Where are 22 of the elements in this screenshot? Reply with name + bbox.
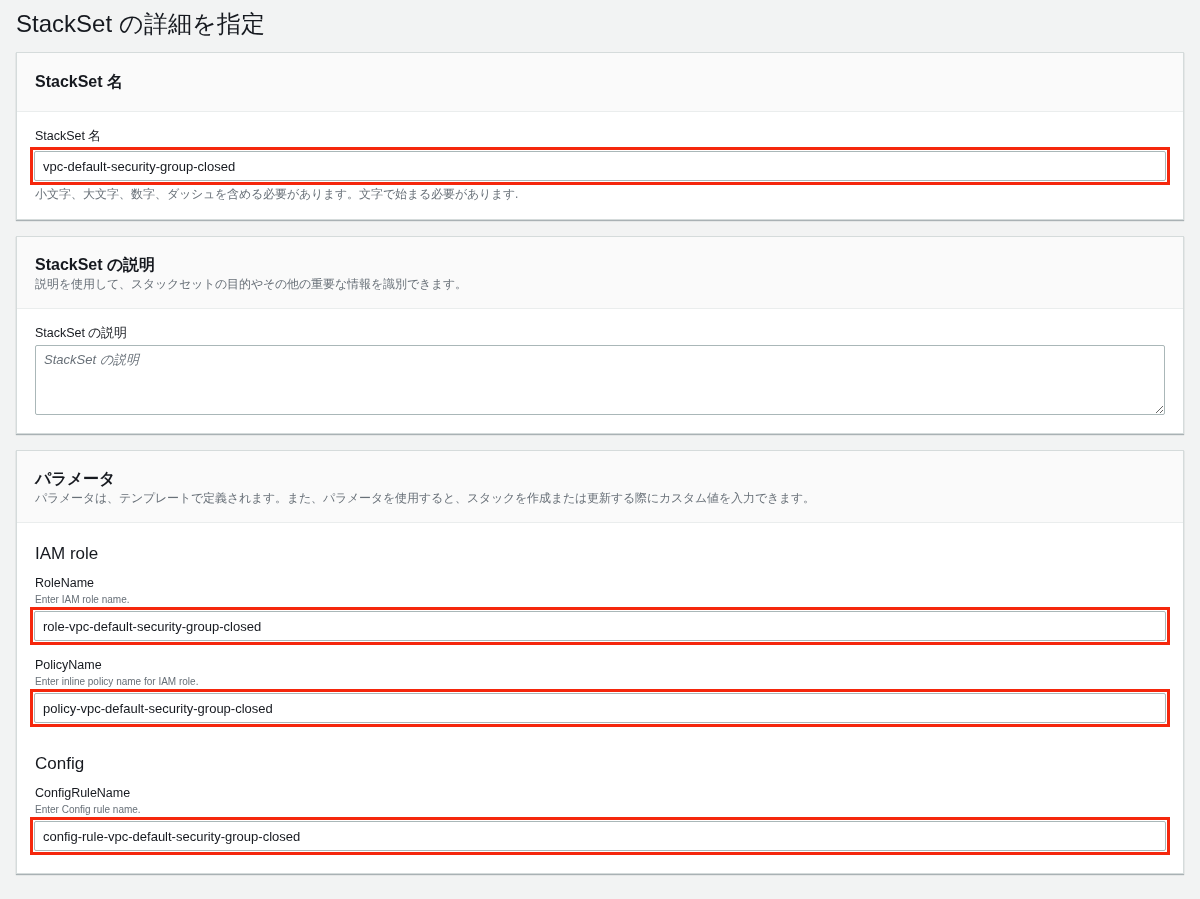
constraint-text: 小文字、大文字、数字、ダッシュを含める必要があります。文字で始まる必要があります. [35, 187, 520, 201]
field-label: StackSet の説明 [35, 325, 129, 341]
page-title: StackSet の詳細を指定 [16, 9, 266, 39]
text-input[interactable]: config-rule-vpc-default-security-group-closed [34, 821, 1166, 851]
field-hint: Enter IAM role name. [35, 594, 131, 606]
section-title: パラメータ [35, 469, 116, 489]
group-heading: IAM role [35, 543, 100, 565]
description-textarea[interactable]: StackSet の説明 [35, 345, 1165, 415]
section-title: StackSet 名 [35, 72, 125, 92]
group-heading: Config [35, 753, 86, 775]
section-title: StackSet の説明 [35, 255, 157, 275]
field-hint: Enter inline policy name for IAM role. [35, 676, 200, 688]
field-label: ConfigRuleName [35, 785, 132, 801]
field-label: PolicyName [35, 657, 103, 673]
text-input[interactable]: vpc-default-security-group-closed [34, 151, 1166, 181]
field-hint: Enter Config rule name. [35, 804, 142, 816]
section-description: パラメータは、テンプレートで定義されます。また、パラメータを使用すると、スタックを作成または更新する際にカスタム値を入力できます。 [35, 491, 816, 506]
section-description: 説明を使用して、スタックセットの目的やその他の重要な情報を識別できます。 [35, 277, 468, 292]
field-label: RoleName [35, 575, 96, 591]
text-input[interactable]: policy-vpc-default-security-group-closed [34, 693, 1166, 723]
text-input[interactable]: role-vpc-default-security-group-closed [34, 611, 1166, 641]
field-label: StackSet 名 [35, 128, 103, 144]
